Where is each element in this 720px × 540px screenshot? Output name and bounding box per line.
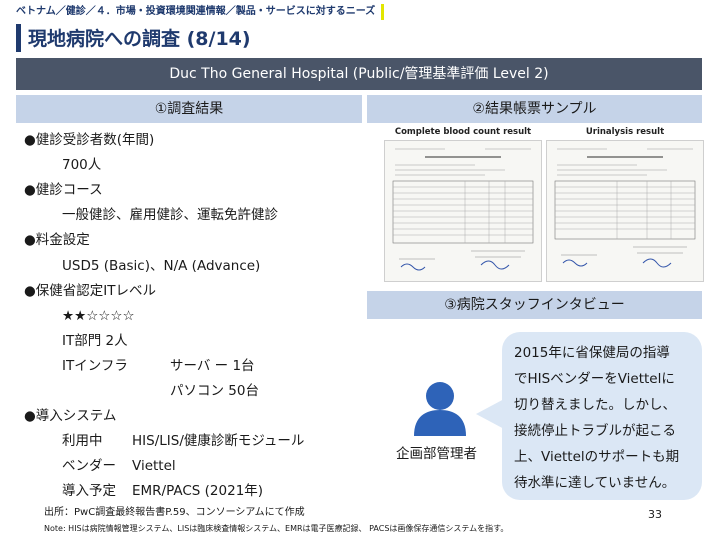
it-level-label: ●保健省認定ITレベル [24, 283, 157, 299]
patients-label: ●健診受診者数(年間) [24, 132, 155, 148]
blood-count-sample: Complete blood count result [384, 126, 542, 284]
blood-count-report-image [384, 140, 542, 282]
section-sample-header: ②結果帳票サンプル [367, 95, 702, 123]
system-label: ●導入システム [24, 408, 117, 424]
quote-line: 2015年に省保健局の指導 [514, 345, 670, 361]
patients-value: 700人 [62, 157, 102, 173]
course-label: ●健診コース [24, 182, 103, 198]
section-interview-header: ③病院スタッフインタビュー [367, 291, 702, 319]
vendor-label: ベンダー [62, 458, 116, 474]
quote-line: でHISベンダーをViettelに [514, 371, 675, 387]
blood-count-title: Complete blood count result [394, 127, 532, 137]
source-note: 出所：PwC調査最終報告書P.59、コンソーシアムにて作成 [44, 507, 305, 518]
quote-line: 切り替えました。しかし、 [514, 397, 676, 413]
page-title: 現地病院への調査 (8/14) [28, 28, 251, 50]
page-number: 33 [648, 508, 662, 521]
hospital-name-bar: Duc Tho General Hospital (Public/管理基準評価 … [16, 58, 702, 90]
planned-label: 導入予定 [62, 483, 116, 499]
fee-value: USD5 (Basic)、N/A (Advance) [62, 258, 261, 274]
person-icon [412, 378, 468, 438]
in-use-value: HIS/LIS/健康診断モジュール [132, 433, 305, 449]
it-level-stars: ★★☆☆☆☆ [62, 308, 135, 324]
it-pc: パソコン 50台 [170, 383, 259, 399]
section-results-header: ①調査結果 [16, 95, 362, 123]
planned-value: EMR/PACS (2021年) [132, 483, 264, 499]
in-use-label: 利用中 [62, 433, 103, 449]
breadcrumb-box: ベトナム／健診／４．市場・投資環境関連情報／製品・サービスに対するニーズ [16, 4, 385, 20]
urinalysis-report-image [546, 140, 704, 282]
it-server: サーバ ー 1台 [170, 358, 255, 374]
it-infra-label: ITインフラ [62, 358, 128, 374]
course-value: 一般健診、雇用健診、運転免許健診 [62, 207, 278, 223]
urinalysis-title: Urinalysis result [585, 127, 665, 137]
report-scan-graphic [554, 148, 696, 268]
interviewee-role: 企画部管理者 [396, 446, 477, 462]
abbreviation-note: Note: HISは病院情報管理システム、LISは臨床検査情報システム、EMRは… [44, 524, 509, 533]
vendor-value: Viettel [132, 458, 176, 474]
report-scan-graphic [392, 148, 534, 271]
quote-line: 待水準に達していません。 [514, 475, 676, 491]
title-accent-bar [16, 24, 21, 52]
it-dept: IT部門 2人 [62, 333, 128, 349]
quote-line: 接続停止トラブルが起こる [514, 423, 676, 439]
interview-quote: 2015年に省保健局の指導 でHISベンダーをViettelに 切り替えました。… [514, 340, 698, 496]
urinalysis-sample: Urinalysis result [546, 126, 704, 284]
quote-line: 上、Viettelのサポートも期 [514, 449, 680, 465]
fee-label: ●料金設定 [24, 232, 90, 248]
breadcrumb: ベトナム／健診／４．市場・投資環境関連情報／製品・サービスに対するニーズ [16, 6, 376, 17]
